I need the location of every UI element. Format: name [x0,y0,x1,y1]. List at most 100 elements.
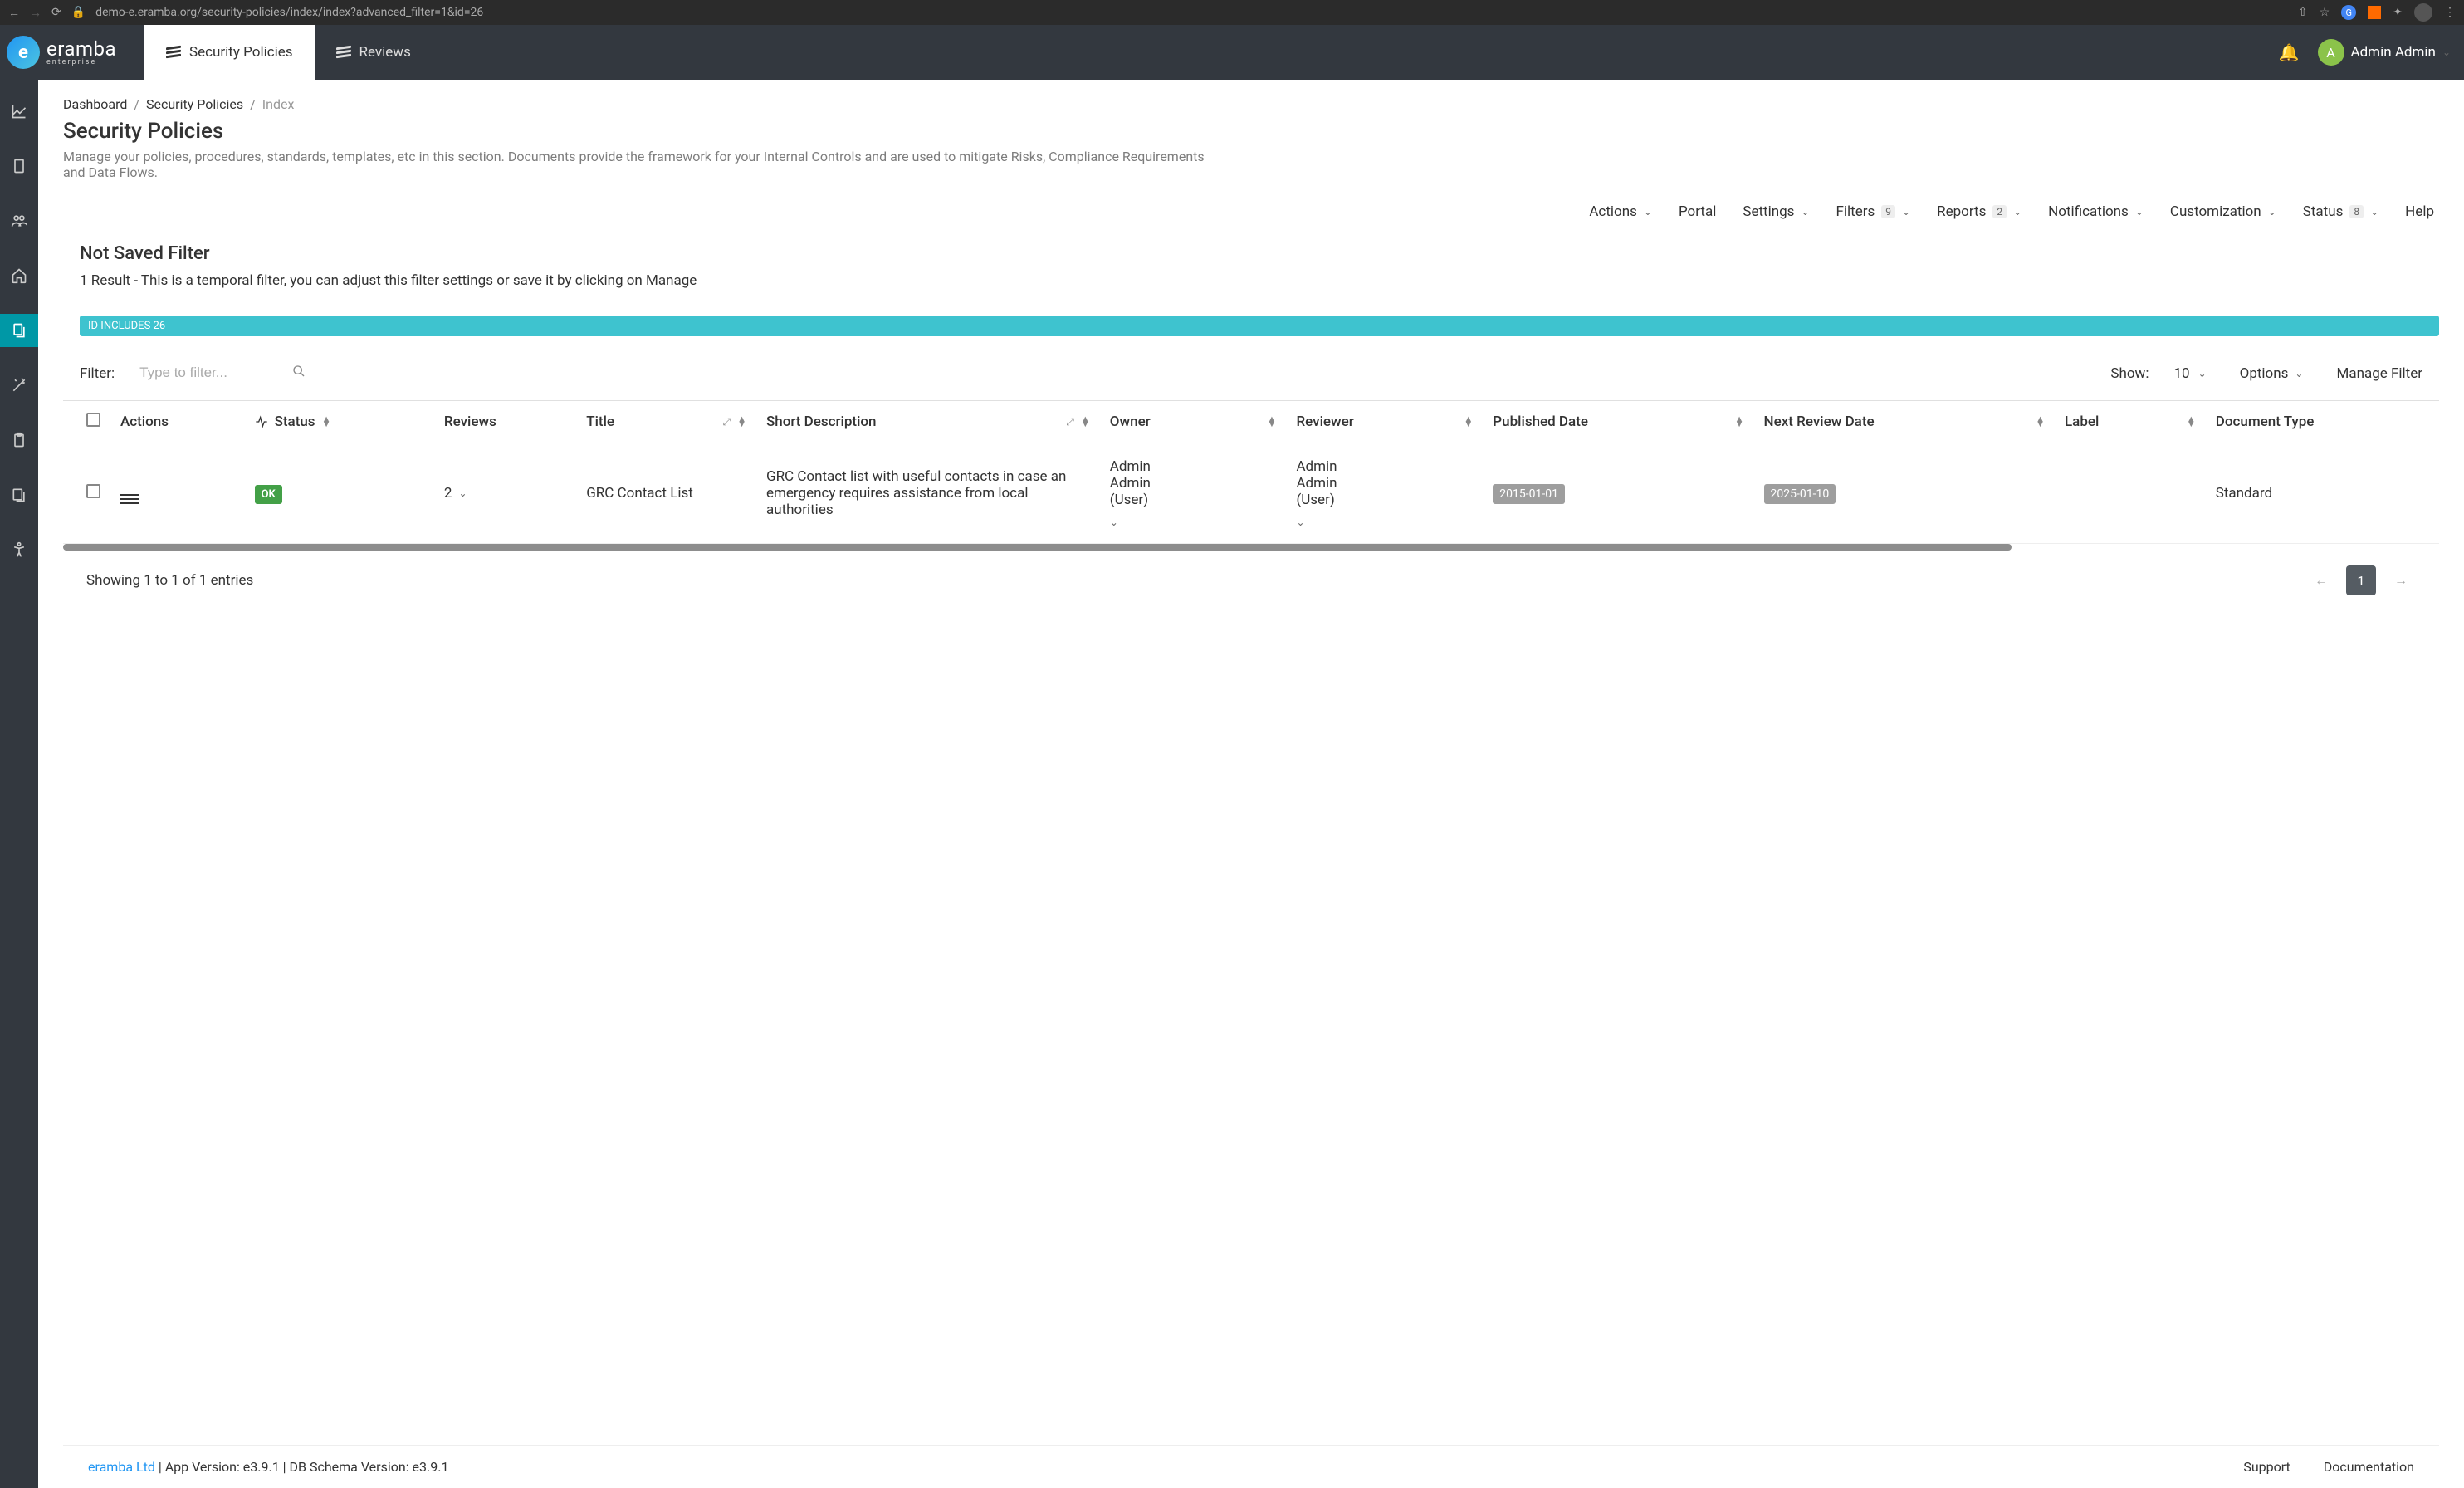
sort-icon: ▲▼ [1081,417,1090,427]
star-icon[interactable]: ☆ [2320,6,2330,19]
short-desc-cell: GRC Contact list with useful contacts in… [756,443,1100,544]
row-checkbox[interactable] [86,484,100,498]
sort-icon: ▲▼ [1735,417,1744,427]
status-badge: OK [255,485,282,504]
filter-row: Filter: Show: 10 ⌄ Options⌄ Manage Filte… [63,361,2439,400]
title-cell: GRC Contact List [576,443,756,544]
sidebar-item-users[interactable] [0,204,38,237]
col-reviewer[interactable]: Reviewer▲▼ [1286,401,1483,443]
portal-link[interactable]: Portal [1679,203,1716,220]
chevron-down-icon: ⌄ [1902,206,1910,218]
sort-icon: ▲▼ [322,417,331,427]
page-description: Manage your policies, procedures, standa… [63,149,1225,180]
select-all-checkbox[interactable] [86,413,100,427]
horizontal-scrollbar[interactable] [63,544,2012,551]
page-current[interactable]: 1 [2346,565,2376,595]
help-link[interactable]: Help [2405,203,2434,220]
sidebar-item-dashboard[interactable] [0,95,38,128]
table-row: OK 2 ⌄ GRC Contact List GRC Contact list… [63,443,2439,544]
row-actions-menu[interactable] [120,494,139,504]
chevron-down-icon: ⌄ [2442,46,2451,58]
browser-menu-icon[interactable]: ⋮ [2444,6,2456,19]
browser-url[interactable]: demo-e.eramba.org/security-policies/inde… [95,6,2288,19]
filter-label: Filter: [80,365,115,382]
footer: eramba Ltd | App Version: e3.9.1 | DB Sc… [63,1445,2439,1488]
extension-square-icon[interactable] [2368,6,2381,19]
sidebar-item-accessibility[interactable] [0,533,38,566]
label-cell [2055,443,2206,544]
filter-input[interactable] [139,361,306,385]
logo[interactable]: e eramba enterprise [0,36,133,69]
filter-chip[interactable]: ID INCLUDES 26 [80,316,2439,336]
reviews-cell[interactable]: 2 ⌄ [444,485,566,502]
breadcrumb-sep: / [134,96,139,112]
sidebar-item-policies[interactable] [0,314,38,347]
pagination: Showing 1 to 1 of 1 entries ← 1 → [63,551,2439,610]
manage-filter-link[interactable]: Manage Filter [2336,365,2422,382]
chevron-down-icon: ⌄ [1110,516,1118,528]
tab-security-policies[interactable]: Security Policies [144,25,315,80]
actions-menu[interactable]: Actions⌄ [1589,203,1652,220]
expand-icon[interactable]: ⤢ [722,419,731,424]
show-select[interactable]: Show: 10 ⌄ [2110,365,2206,382]
owner-cell[interactable]: Admin Admin (User) ⌄ [1110,458,1277,528]
main-content: Dashboard / Security Policies / Index Se… [38,80,2464,1488]
browser-profile-avatar[interactable] [2414,3,2432,22]
sidebar-item-magic[interactable] [0,369,38,402]
notifications-menu[interactable]: Notifications⌄ [2048,203,2144,220]
sidebar-item-docs[interactable] [0,149,38,183]
footer-documentation[interactable]: Documentation [2324,1459,2414,1475]
col-published[interactable]: Published Date▲▼ [1483,401,1753,443]
breadcrumb-sep: / [250,96,256,112]
browser-back-icon[interactable]: ← [8,6,20,20]
published-date: 2015-01-01 [1493,484,1565,504]
brand-sub: enterprise [46,59,116,66]
app-header: e eramba enterprise Security Policies Re… [0,25,2464,80]
page-prev[interactable]: ← [2306,565,2336,595]
filter-title: Not Saved Filter [63,243,2439,264]
breadcrumb-current: Index [262,96,295,112]
share-icon[interactable]: ⇧ [2298,6,2308,19]
breadcrumb-dashboard[interactable]: Dashboard [63,96,127,112]
reports-menu[interactable]: Reports2⌄ [1937,203,2022,220]
logo-icon: e [7,36,40,69]
col-short-desc[interactable]: Short Description ⤢ ▲▼ [756,401,1100,443]
extensions-puzzle-icon[interactable]: ✦ [2393,6,2403,19]
sort-icon: ▲▼ [737,417,746,427]
copy-icon [11,487,27,503]
browser-reload-icon[interactable]: ⟳ [51,6,61,20]
col-owner[interactable]: Owner▲▼ [1100,401,1287,443]
sidebar-item-home[interactable] [0,259,38,292]
extension-dot-icon[interactable]: G [2341,5,2356,20]
col-label[interactable]: Label▲▼ [2055,401,2206,443]
page-next[interactable]: → [2386,565,2416,595]
options-menu[interactable]: Options⌄ [2240,365,2304,382]
footer-company-link[interactable]: eramba Ltd [88,1459,155,1475]
browser-forward-icon[interactable]: → [30,6,42,20]
customization-menu[interactable]: Customization⌄ [2170,203,2276,220]
next-review-date: 2025-01-10 [1764,484,1836,504]
col-status[interactable]: Status ▲▼ [245,401,434,443]
users-icon [11,213,27,229]
sidebar-item-copy[interactable] [0,478,38,512]
bell-icon[interactable]: 🔔 [2279,42,2300,62]
settings-menu[interactable]: Settings⌄ [1743,203,1809,220]
sidebar-item-clipboard[interactable] [0,423,38,457]
filters-menu[interactable]: Filters9⌄ [1836,203,1911,220]
reviewer-cell[interactable]: Admin Admin (User) ⌄ [1296,458,1473,528]
expand-icon[interactable]: ⤢ [1066,419,1074,424]
search-icon[interactable] [292,365,306,382]
activity-icon [255,415,268,428]
col-next-review[interactable]: Next Review Date▲▼ [1754,401,2055,443]
status-menu[interactable]: Status8⌄ [2303,203,2378,220]
sort-icon: ▲▼ [1268,417,1277,427]
footer-support[interactable]: Support [2243,1459,2290,1475]
breadcrumb: Dashboard / Security Policies / Index [63,96,2439,112]
page-toolbar: Actions⌄ Portal Settings⌄ Filters9⌄ Repo… [63,203,2439,220]
breadcrumb-security-policies[interactable]: Security Policies [146,96,243,112]
user-menu[interactable]: A Admin Admin ⌄ [2318,39,2452,66]
sort-icon: ▲▼ [1464,417,1473,427]
col-title[interactable]: Title ⤢ ▲▼ [576,401,756,443]
side-rail [0,80,38,1488]
tab-reviews[interactable]: Reviews [315,25,433,80]
